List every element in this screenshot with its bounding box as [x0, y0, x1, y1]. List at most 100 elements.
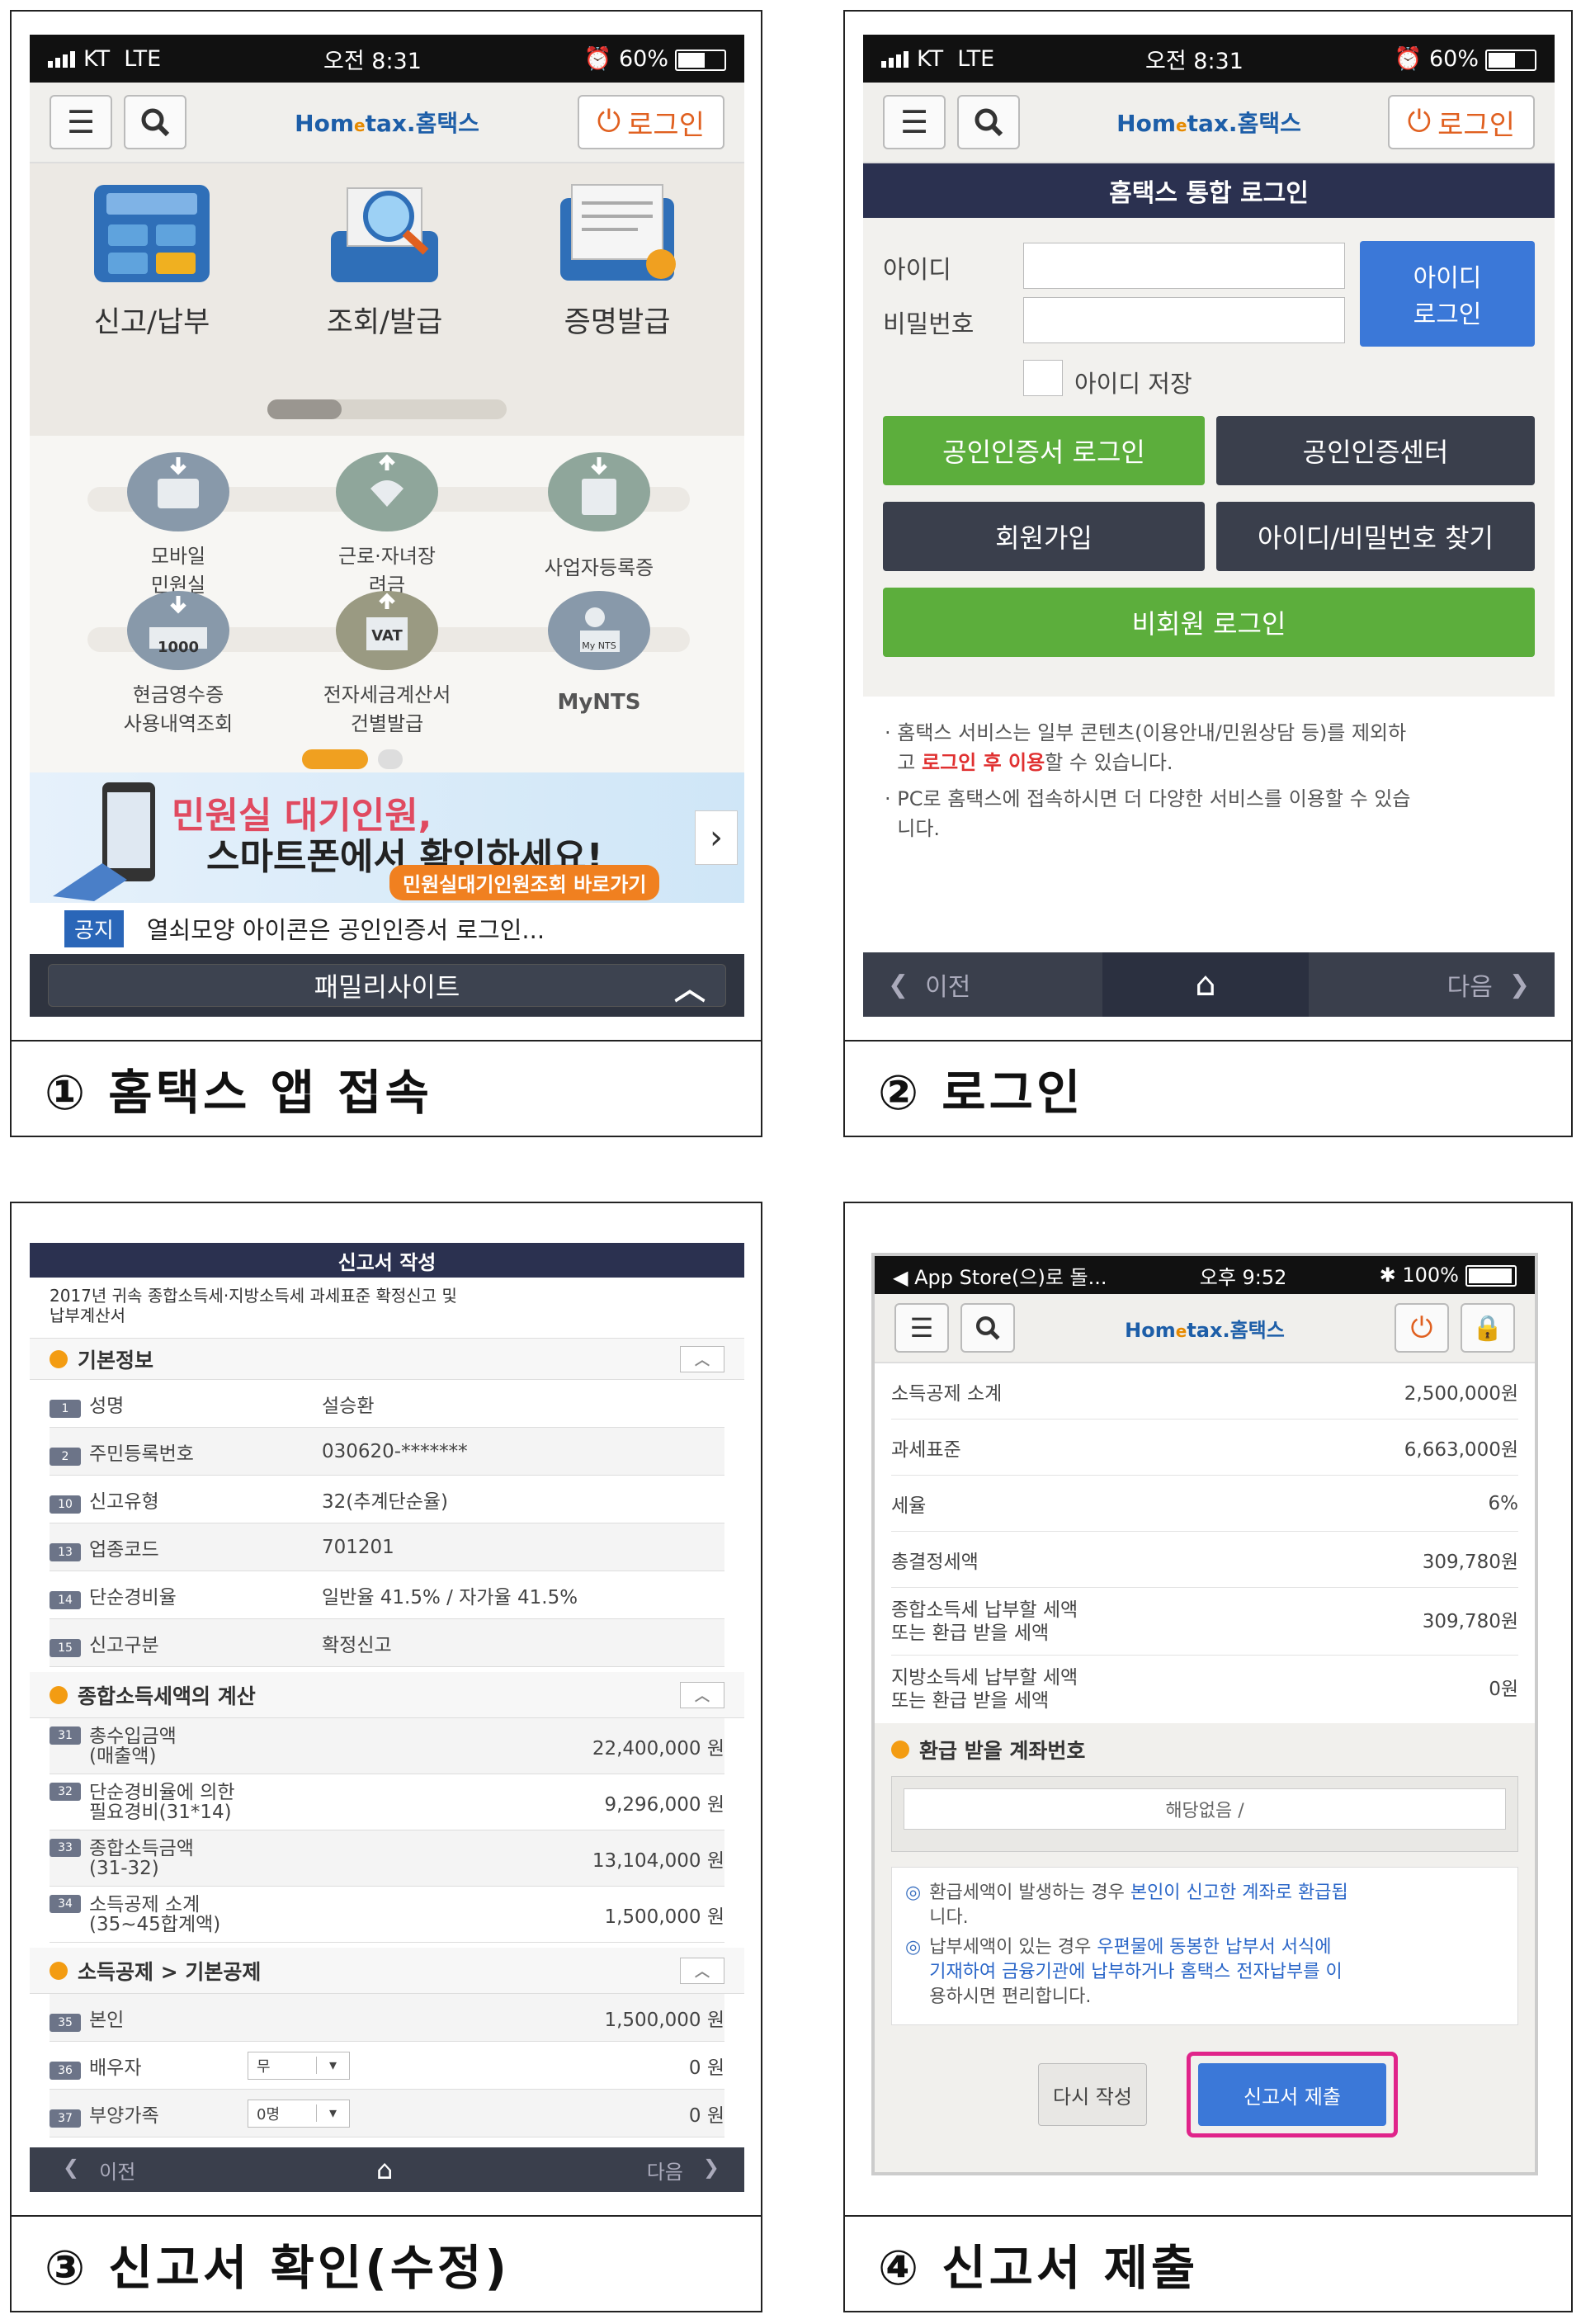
dropdown-arrow-icon: ▾: [316, 2057, 349, 2074]
pager-dots[interactable]: [302, 749, 403, 769]
table-row: 36 배우자 무 ▾ 0 원: [50, 2042, 724, 2090]
home-icon: ⌂: [1195, 966, 1216, 1004]
menu-button[interactable]: ☰: [50, 95, 112, 149]
back-to-app-store[interactable]: ◀ App Store(으)로 돌...: [893, 1261, 1107, 1290]
service-mynts[interactable]: My NTS MyNTS: [517, 589, 682, 715]
table-row: 32 단순경비율에 의한 필요경비(31*14) 9,296,000 원: [50, 1774, 724, 1830]
home-icon: ⌂: [375, 2154, 394, 2185]
submit-report-button[interactable]: 신고서 제출: [1198, 2063, 1386, 2126]
lock-button[interactable]: 🔒: [1461, 1303, 1515, 1353]
status-bar: KT LTE 오전 8:31 ⏰ 60%: [863, 35, 1555, 83]
cert-center-button[interactable]: 공인인증센터: [1216, 416, 1535, 485]
collapse-button[interactable]: ︿: [680, 1681, 724, 1708]
login-button[interactable]: ⏻ 로그인: [1387, 95, 1535, 149]
result-row: 종합소득세 납부할 세액 또는 환급 받을 세액 309,780원: [891, 1588, 1518, 1656]
signal-icon: [48, 51, 75, 68]
service-cash-receipt[interactable]: 1000 현금영수증 사용내역조회: [96, 589, 261, 736]
service-mobile-civil[interactable]: 모바일 민원실: [96, 451, 261, 598]
notice-bar[interactable]: 공지 열쇠모양 아이콘은 공인인증서 로그인...: [30, 903, 744, 954]
id-login-button[interactable]: 아이디 로그인: [1360, 241, 1535, 347]
top-menu-file-pay[interactable]: 신고/납부: [78, 182, 226, 341]
page-scroller[interactable]: [267, 399, 507, 419]
bullet-icon: [50, 1961, 68, 1980]
section-tax-calc: 종합소득세액의 계산 ︿: [30, 1672, 744, 1718]
certificate-icon: [560, 184, 676, 281]
search-button[interactable]: [124, 95, 186, 149]
login-button[interactable]: ⏻ 로그인: [577, 95, 724, 149]
service-earned-income[interactable]: 근로·자녀장 려금: [304, 451, 470, 598]
service-grid: 모바일 민원실 근로·자녀장 려금 사업자등록증 1000 현금영수증 사용내역…: [30, 436, 744, 772]
caption-step1: ① 홈택스 앱 접속: [12, 1040, 761, 1136]
service-business-registration[interactable]: 사업자등록증: [517, 451, 682, 580]
save-id-checkbox[interactable]: [1023, 360, 1063, 396]
note-1: · 홈택스 서비스는 일부 콘텐츠(이용안내/민원상담 등)를 제외하 고 로그…: [885, 721, 1407, 774]
guest-login-button[interactable]: 비회원 로그인: [883, 588, 1535, 657]
login-notes: · 홈택스 서비스는 일부 콘텐츠(이용안내/민원상담 등)를 제외하 고 로그…: [863, 697, 1555, 952]
panel-login: KT LTE 오전 8:31 ⏰ 60% ☰ Hometax.홈택스 ⏻ 로그인 …: [843, 10, 1573, 1137]
phone-screen: 신고서 작성 2017년 귀속 종합소득세·지방소득세 과세표준 확정신고 및 …: [30, 1243, 744, 2192]
join-button[interactable]: 회원가입: [883, 502, 1205, 571]
hamburger-icon: ☰: [909, 1312, 934, 1344]
banner-next-button[interactable]: ›: [695, 810, 738, 865]
password-input[interactable]: [1023, 297, 1345, 343]
menu-button[interactable]: ☰: [883, 95, 946, 149]
id-input[interactable]: [1023, 243, 1345, 289]
collapse-button[interactable]: ︿: [680, 1957, 724, 1984]
search-icon: [975, 108, 1003, 137]
collapse-button[interactable]: ︿: [680, 1345, 724, 1372]
table-row: 15 신고구분 확정신고: [50, 1619, 724, 1667]
id-label: 아이디: [883, 256, 951, 285]
chevron-left-icon: ❮: [63, 2155, 80, 2179]
search-icon: [141, 108, 170, 137]
dependents-select[interactable]: 0명 ▾: [248, 2099, 350, 2128]
section-basic-info: 기본정보 ︿: [30, 1339, 744, 1380]
chevron-right-icon: ❯: [702, 2155, 720, 2179]
next-button[interactable]: 다음 ❯: [1309, 952, 1555, 1017]
phone-screen: KT LTE 오전 8:31 ⏰ 60% ☰ Hometax.홈택스 ⏻ 로그인 …: [863, 35, 1555, 1017]
alarm-icon: ⏰: [1394, 46, 1423, 72]
deduction-table: 35 본인 1,500,000 원 36 배우자 무 ▾ 0 원 37 부양가족 0명 ▾ 0 원: [30, 1994, 744, 2137]
battery-icon: [1485, 49, 1536, 71]
home-button[interactable]: ⌂: [1102, 952, 1309, 1017]
top-menu-certificate[interactable]: 증명발급: [543, 182, 691, 341]
menu-button[interactable]: ☰: [894, 1303, 949, 1353]
service-e-tax-invoice[interactable]: VAT 전자세금계산서 건별발급: [304, 589, 470, 736]
caption-step3: ③ 신고서 확인(수정): [12, 2215, 761, 2311]
status-bar: ◀ App Store(으)로 돌... 오후 9:52 ✱ 100%: [875, 1256, 1535, 1294]
prev-button[interactable]: ❮ 이전: [863, 952, 1102, 1017]
home-button[interactable]: ⌂: [277, 2154, 492, 2185]
phone-screen: KT LTE 오전 8:31 ⏰ 60% ☰ Hometax.홈택스 ⏻ 로그인 …: [30, 35, 744, 1017]
refund-account-field[interactable]: 해당없음 /: [904, 1788, 1506, 1830]
power-icon: ⏻: [1410, 1311, 1433, 1344]
logout-button[interactable]: ⏻: [1395, 1303, 1449, 1353]
table-row: 14 단순경비율 일반율 41.5% / 자가율 41.5%: [50, 1571, 724, 1619]
waiting-banner[interactable]: 민원실 대기인원, 스마트폰에서 확인하세요! 민원실대기인원조회 바로가기 ›: [30, 772, 744, 903]
doc-title: 2017년 귀속 종합소득세·지방소득세 과세표준 확정신고 및 납부계산서: [30, 1278, 744, 1339]
login-form: 아이디 비밀번호 아이디 로그인 아이디 저장 공인인증서 로그인 공인인증센터 …: [863, 218, 1555, 697]
hometax-logo[interactable]: Hometax.홈택스: [1125, 1314, 1285, 1343]
hometax-logo[interactable]: Hometax.홈택스: [1116, 106, 1301, 139]
spouse-select[interactable]: 무 ▾: [248, 2051, 350, 2080]
prev-button[interactable]: ❮ 이전: [30, 2156, 277, 2185]
search-button[interactable]: [960, 1303, 1015, 1353]
battery-icon: [675, 49, 726, 71]
phone-screen: ◀ App Store(으)로 돌... 오후 9:52 ✱ 100% ☰ Ho…: [871, 1253, 1538, 2175]
banner-link[interactable]: 민원실대기인원조회 바로가기: [389, 865, 660, 900]
hometax-logo[interactable]: Hometax.홈택스: [295, 106, 479, 139]
search-icon: [975, 1316, 1000, 1340]
next-button[interactable]: 다음 ❯: [492, 2156, 744, 2185]
rewrite-button[interactable]: 다시 작성: [1038, 2063, 1147, 2126]
family-site-bar[interactable]: 패밀리사이트 ︿: [30, 954, 744, 1017]
bullet-icon: [50, 1685, 68, 1704]
search-button[interactable]: [957, 95, 1020, 149]
top-menu-inquiry[interactable]: 조회/발급: [310, 182, 459, 341]
cert-login-button[interactable]: 공인인증서 로그인: [883, 416, 1205, 485]
heart-hands-icon: [336, 452, 438, 531]
table-row: 37 부양가족 0명 ▾ 0 원: [50, 2090, 724, 2137]
registration-doc-icon: [548, 452, 650, 531]
login-title-bar: 홈택스 통합 로그인: [863, 163, 1555, 218]
battery-icon: [1465, 1265, 1517, 1287]
find-account-button[interactable]: 아이디/비밀번호 찾기: [1216, 502, 1535, 571]
clock: 오후 9:52: [1199, 1265, 1287, 1289]
table-row: 2 주민등록번호 030620-*******: [50, 1428, 724, 1476]
